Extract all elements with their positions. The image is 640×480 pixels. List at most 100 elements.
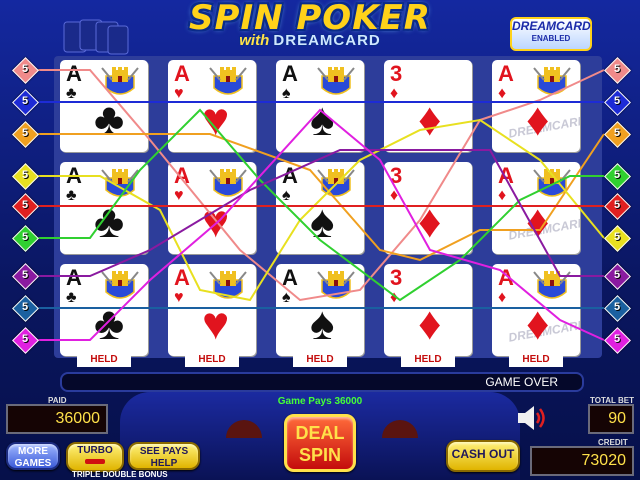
- payline-number: 5: [21, 269, 29, 281]
- card-rank: A: [174, 265, 190, 290]
- status-message: GAME OVER: [485, 375, 558, 389]
- card-suit-pip: ♦: [390, 85, 399, 102]
- payline-number: 5: [613, 127, 621, 139]
- playing-card[interactable]: 3 ♦ ♦: [384, 60, 472, 152]
- card-rank: A: [282, 265, 298, 290]
- card-rank: A: [282, 163, 298, 188]
- sound-icon[interactable]: [516, 404, 548, 432]
- card-suit-large: ♠: [310, 93, 335, 145]
- payline-number: 5: [613, 95, 621, 107]
- payline-number: 5: [613, 231, 621, 243]
- card-suit-pip: ♠: [282, 85, 291, 102]
- playing-card[interactable]: A ♠ ♠: [276, 162, 364, 254]
- card-rank: 3: [390, 265, 403, 290]
- playing-card[interactable]: A ♥ ♥: [168, 264, 256, 356]
- payline-marker: 5: [604, 57, 631, 84]
- playing-card[interactable]: A ♥ ♥: [168, 162, 256, 254]
- payline-marker: 5: [604, 121, 631, 148]
- game-title: SPIN POKER: [189, 0, 431, 38]
- game-title-banner: SPIN POKER with DREAMCARD: [130, 0, 490, 52]
- badge-brand: DREAMCARD: [512, 19, 591, 33]
- payline-marker: 5: [12, 327, 39, 354]
- held-tag: HELD: [77, 353, 131, 367]
- subtitle-with: with: [239, 32, 270, 49]
- payline-number: 5: [21, 301, 29, 313]
- payline-number: 5: [613, 199, 621, 211]
- card-suit-large: ♣: [94, 93, 125, 145]
- card-suit-pip: ♥: [174, 289, 184, 306]
- held-tag: HELD: [509, 353, 563, 367]
- playing-card[interactable]: 3 ♦ ♦: [384, 264, 472, 356]
- payline-marker: 5: [604, 163, 631, 190]
- card-suit-large: ♥: [202, 195, 230, 247]
- total-bet-meter: 90: [588, 404, 634, 434]
- cash-out-button[interactable]: CASH OUT: [446, 440, 520, 472]
- card-rank: A: [66, 163, 82, 188]
- card-suit-pip: ♥: [174, 187, 184, 204]
- payline-marker: 5: [12, 57, 39, 84]
- card-rank: A: [66, 265, 82, 290]
- card-suit-large: ♠: [310, 297, 335, 349]
- playing-card[interactable]: A ♣ ♣: [60, 60, 148, 152]
- playing-card[interactable]: 3 ♦ ♦: [384, 162, 472, 254]
- held-tag: HELD: [401, 353, 455, 367]
- card-rank: A: [498, 163, 514, 188]
- payline-marker: 5: [604, 295, 631, 322]
- held-tag: HELD: [185, 353, 239, 367]
- playing-card[interactable]: A ♦ DREAMCARD ♦: [492, 162, 580, 254]
- playing-card[interactable]: A ♦ DREAMCARD ♦: [492, 264, 580, 356]
- turbo-indicator: [85, 459, 105, 464]
- game-variant-label: TRIPLE DOUBLE BONUS: [72, 470, 168, 479]
- playing-card[interactable]: A ♥ ♥: [168, 60, 256, 152]
- card-deck-icon: [63, 19, 129, 55]
- card-suit-pip: ♦: [390, 187, 399, 204]
- card-suit-large: ♣: [94, 297, 125, 349]
- payline-number: 5: [21, 333, 29, 345]
- deal-spin-button[interactable]: DEAL SPIN: [284, 414, 356, 472]
- card-suit-pip: ♣: [66, 289, 77, 306]
- playing-card[interactable]: A ♠ ♠: [276, 264, 364, 356]
- payline-number: 5: [21, 95, 29, 107]
- status-bar: GAME OVER: [60, 372, 584, 392]
- card-rank: 3: [390, 163, 403, 188]
- card-suit-pip: ♠: [282, 289, 291, 306]
- payline-number: 5: [21, 127, 29, 139]
- card-suit-large: ♦: [526, 93, 550, 145]
- payline-number: 5: [613, 169, 621, 181]
- card-rank: A: [498, 265, 514, 290]
- playing-card[interactable]: A ♣ ♣: [60, 162, 148, 254]
- card-suit-pip: ♠: [282, 187, 291, 204]
- payline-number: 5: [613, 63, 621, 75]
- card-suit-pip: ♥: [174, 85, 184, 102]
- subtitle-brand: DREAMCARD: [273, 32, 381, 49]
- playing-card[interactable]: A ♦ DREAMCARD ♦: [492, 60, 580, 152]
- card-suit-pip: ♣: [66, 85, 77, 102]
- payline-marker: 5: [12, 121, 39, 148]
- payline-marker: 5: [12, 263, 39, 290]
- see-pays-help-button[interactable]: SEE PAYS HELP: [128, 442, 200, 470]
- payline-marker: 5: [12, 163, 39, 190]
- card-suit-large: ♦: [418, 297, 442, 349]
- more-games-button[interactable]: MORE GAMES: [6, 442, 60, 470]
- card-suit-pip: ♦: [498, 289, 507, 306]
- dreamcard-enabled-badge: DREAMCARD ENABLED: [510, 17, 592, 51]
- card-suit-large: ♣: [94, 195, 125, 247]
- playing-card[interactable]: A ♣ ♣: [60, 264, 148, 356]
- card-rank: A: [174, 163, 190, 188]
- card-rank: A: [282, 61, 298, 86]
- card-suit-large: ♥: [202, 93, 230, 145]
- card-suit-large: ♦: [526, 195, 550, 247]
- payline-marker: 5: [604, 263, 631, 290]
- game-screen: SPIN POKER with DREAMCARD DREAMCARD ENAB…: [0, 0, 640, 480]
- payline-number: 5: [21, 169, 29, 181]
- game-subtitle: with DREAMCARD: [130, 32, 490, 49]
- payline-marker: 5: [604, 327, 631, 354]
- playing-card[interactable]: A ♠ ♠: [276, 60, 364, 152]
- payline-marker: 5: [604, 193, 631, 220]
- card-suit-pip: ♦: [390, 289, 399, 306]
- card-suit-pip: ♣: [66, 187, 77, 204]
- turbo-button[interactable]: TURBO: [66, 442, 124, 472]
- card-rank: A: [66, 61, 82, 86]
- payline-marker: 5: [12, 295, 39, 322]
- badge-enabled: ENABLED: [531, 34, 571, 43]
